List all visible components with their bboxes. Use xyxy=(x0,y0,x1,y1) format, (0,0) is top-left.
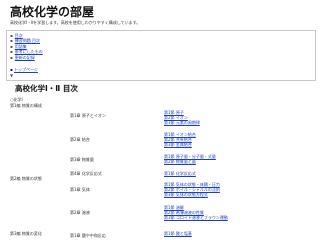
chapter-label: 第3章 物質量 xyxy=(70,157,94,162)
chapter-label: 第2章 結合 xyxy=(70,137,90,142)
bullet-icon: ▪ xyxy=(10,54,13,60)
part-label: 第2編 物質の状態 xyxy=(10,176,42,181)
chapter-label: 第2章 溶液 xyxy=(70,210,90,215)
toc-item: ▪ 更新の記録 xyxy=(10,55,43,60)
toc-link-references[interactable]: 参考にしたもの xyxy=(15,49,43,54)
section-link[interactable]: 第3節 コロイド溶液とブラウン運動 xyxy=(164,215,228,221)
section-link[interactable]: 第3節 金属結合 xyxy=(164,142,192,148)
arrow-down-icon: ▼ xyxy=(10,73,14,78)
part-label: 第3編 物質の変化 xyxy=(10,231,42,236)
top-page-link[interactable]: トップページ xyxy=(14,67,38,72)
bullet-icon: ▪ xyxy=(10,38,13,44)
section-link[interactable]: 第2節 物質量と量 xyxy=(164,159,196,165)
part-label: 第1編 物質の構成 xyxy=(10,103,42,108)
divider xyxy=(6,80,314,81)
chapter-label: 第1章 原子とイオン xyxy=(70,113,106,118)
top-page-link-row: ▪ トップページ xyxy=(10,67,38,73)
chapter-label: 第1章 気体 xyxy=(70,187,90,192)
section-link[interactable]: 第1節 酸と塩基 xyxy=(164,231,192,237)
chapter-label: 第1章 酸や中和反応 xyxy=(70,233,106,238)
section-title: 高校化学Ⅰ・Ⅱ 目次 xyxy=(15,84,78,93)
chapter-label: 第4章 化学反応式 xyxy=(70,171,102,176)
section-link[interactable]: 第1節 化学反応式 xyxy=(164,171,196,177)
site-intro: 高校化学Ⅰ・Ⅱを学習します。高校を使用しわかりやすく構成しています。 xyxy=(10,20,141,25)
toc-link-exercises[interactable]: 練習問題 目次 xyxy=(15,38,40,43)
section-link[interactable]: 第3節 気体の状態方程式 xyxy=(164,192,208,198)
toc-panel xyxy=(6,30,316,81)
bullet-icon: ▪ xyxy=(10,49,13,55)
toc-link-updates[interactable]: 更新の記録 xyxy=(15,55,35,60)
site-title: 高校化学の部屋 xyxy=(10,5,95,19)
toc-list: ▪ 目次 ▪ 練習問題 目次 ▪ 用語集 ▪ 参考にしたもの ▪ 更新の記録 xyxy=(10,33,43,60)
section-link[interactable]: 第3節 元素の周期律 xyxy=(164,120,200,126)
